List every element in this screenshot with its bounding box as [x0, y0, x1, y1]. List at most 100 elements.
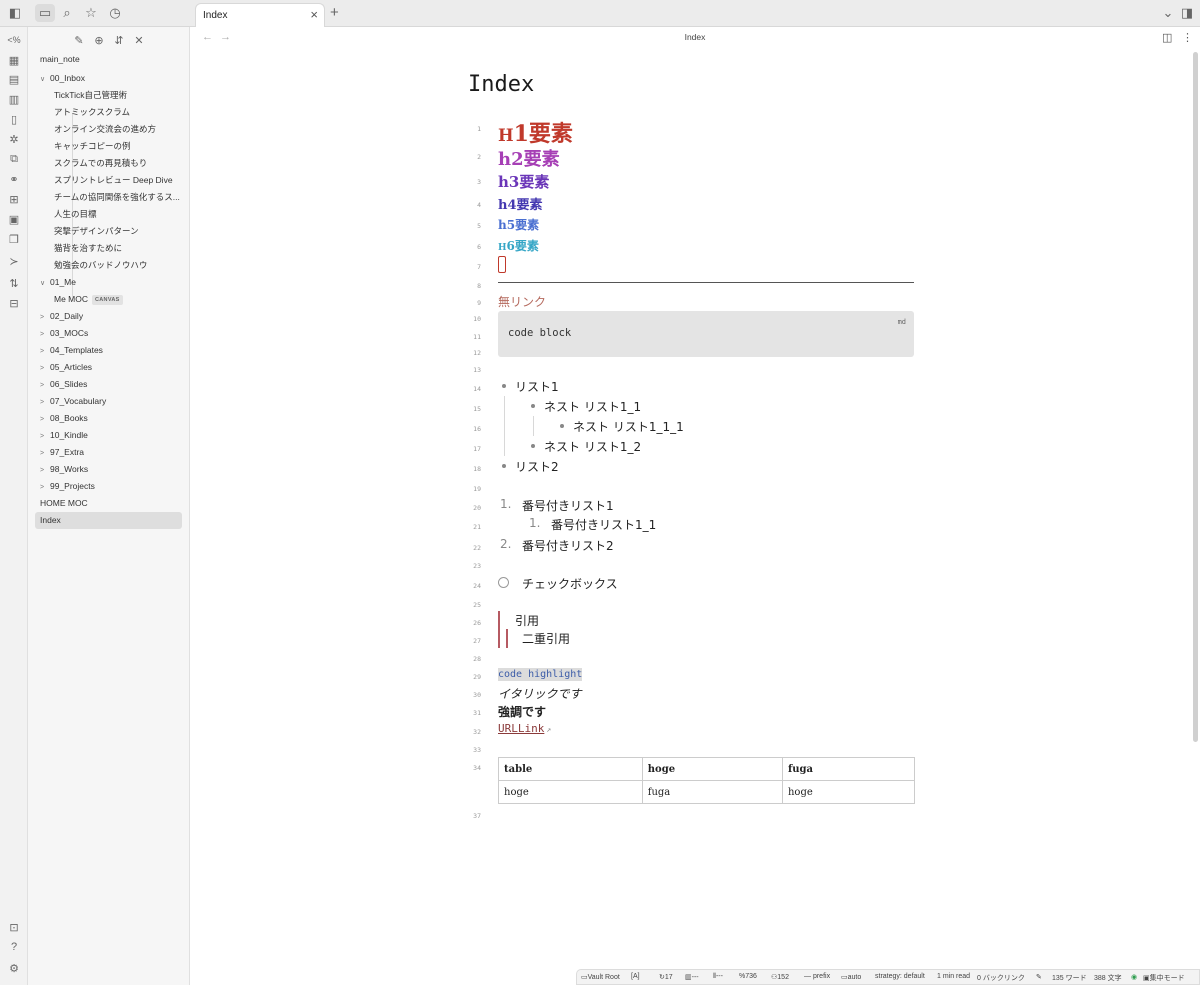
vault-root-label[interactable]: main_note — [40, 51, 80, 68]
sidebar-item[interactable]: オンライン交流会の進め方 — [54, 121, 156, 138]
list-item[interactable]: リスト2 — [515, 458, 559, 475]
unresolved-link[interactable]: 無リンク — [498, 293, 546, 310]
table-header-cell[interactable]: hoge — [641, 757, 783, 781]
ordered-list-item[interactable]: 番号付きリスト1 — [522, 497, 614, 514]
url-link[interactable]: URLLink ↗ — [498, 722, 551, 735]
puzzle-icon[interactable]: ✲ — [4, 131, 24, 147]
list-item[interactable]: ネスト リスト1_1_1 — [573, 418, 684, 435]
code-icon[interactable]: <% — [4, 32, 24, 48]
chevron-down-icon[interactable]: ∨ — [40, 71, 50, 88]
sidebar-item[interactable]: >97_Extra — [40, 444, 84, 461]
table-cell[interactable]: hoge — [781, 780, 916, 804]
sidebar-item[interactable]: 突撃デザインパターン — [54, 223, 139, 240]
sidebar-item[interactable]: >10_Kindle — [40, 427, 88, 444]
sidebar-toggle-icon[interactable]: ◧ — [5, 4, 25, 22]
edit-icon[interactable]: ✎ — [1036, 973, 1042, 981]
sidebar-item[interactable]: キャッチコピーの例 — [54, 138, 131, 155]
sidebar-item[interactable]: Me MOC CANVAS — [54, 291, 123, 308]
chevron-right-icon[interactable]: > — [40, 411, 50, 428]
list-item[interactable]: ネスト リスト1_2 — [544, 438, 641, 455]
chevron-right-icon[interactable]: > — [40, 326, 50, 343]
status-focus-mode[interactable]: ▣集中モード — [1143, 973, 1185, 983]
sidebar-item[interactable]: >05_Articles — [40, 359, 92, 376]
task-checkbox[interactable] — [498, 577, 509, 588]
sidebar-item[interactable]: HOME MOC — [40, 495, 88, 512]
chevron-right-icon[interactable]: > — [40, 394, 50, 411]
new-folder-icon[interactable]: ⊕ — [92, 33, 106, 47]
sort-icon[interactable]: ⇅ — [4, 275, 24, 291]
close-icon[interactable]: × — [310, 7, 318, 22]
chevron-right-icon[interactable]: > — [40, 462, 50, 479]
chevron-right-icon[interactable]: > — [40, 445, 50, 462]
status-vault[interactable]: ▭Vault Root — [581, 973, 620, 981]
kanban-icon[interactable]: ▥ — [4, 91, 24, 107]
sidebar-item[interactable]: チームの協同関係を強化するス... — [54, 189, 180, 206]
ordered-list-item[interactable]: 番号付きリスト1_1 — [551, 516, 656, 533]
chevron-right-icon[interactable]: > — [40, 377, 50, 394]
sidebar-item[interactable]: 猫背を治すために — [54, 240, 122, 257]
settings-icon[interactable]: ⚙ — [4, 960, 24, 976]
sort-icon[interactable]: ⇵ — [112, 33, 126, 47]
sidebar-item[interactable]: ∨ 00_Inbox — [40, 70, 85, 87]
chevron-right-icon[interactable]: > — [40, 428, 50, 445]
chevron-right-icon[interactable]: > — [40, 309, 50, 326]
table-header-cell[interactable]: fuga — [781, 757, 916, 781]
italic-text[interactable]: イタリックです — [498, 685, 582, 702]
sidebar-item[interactable]: Index — [35, 512, 182, 529]
more-options-icon[interactable]: ⋮ — [1182, 31, 1193, 44]
table-icon[interactable]: ▤ — [4, 71, 24, 87]
grid-icon[interactable]: ⊞ — [4, 191, 24, 207]
sidebar-item[interactable]: TickTick自己管理術 — [54, 87, 127, 104]
files-icon[interactable]: ❐ — [4, 231, 24, 247]
sidebar-item[interactable]: >99_Projects — [40, 478, 95, 495]
h6-heading[interactable]: H6要素 — [498, 237, 539, 254]
scrollbar[interactable] — [1193, 52, 1198, 742]
list-item[interactable]: ネスト リスト1_1 — [544, 398, 641, 415]
vault-switch-icon[interactable]: ⊡ — [4, 919, 24, 935]
new-tab-button[interactable]: + — [330, 4, 339, 21]
reading-mode-icon[interactable]: ◫ — [1162, 31, 1172, 44]
inline-code[interactable]: code highlight — [498, 668, 583, 681]
search-icon[interactable]: ⌕ — [57, 4, 77, 22]
task-label[interactable]: チェックボックス — [522, 575, 618, 592]
table-cell[interactable]: fuga — [641, 780, 783, 804]
new-note-icon[interactable]: ✎ — [72, 33, 86, 47]
status-backlinks[interactable]: 0 バックリンク — [977, 973, 1025, 983]
blockquote-nested-text[interactable]: 二重引用 — [522, 630, 570, 647]
table-cell[interactable]: hoge — [498, 780, 643, 804]
sidebar-item[interactable]: >07_Vocabulary — [40, 393, 106, 410]
chevron-down-icon[interactable]: ⌄ — [1158, 4, 1178, 22]
calendar-icon[interactable]: ▦ — [4, 52, 24, 68]
h5-heading[interactable]: h5要素 — [498, 216, 539, 233]
graph-icon[interactable]: ⚭ — [4, 171, 24, 187]
chevron-right-icon[interactable]: > — [40, 360, 50, 377]
tab-index[interactable]: Index × — [195, 3, 325, 27]
terminal-icon[interactable]: ≻ — [4, 253, 24, 269]
sidebar-item[interactable]: スプリントレビュー Deep Dive — [54, 172, 173, 189]
sidebar-item[interactable]: ∨ 01_Me — [40, 274, 76, 291]
bold-text[interactable]: 強調です — [498, 703, 546, 720]
collapse-all-icon[interactable]: ✕ — [132, 33, 146, 47]
sidebar-item[interactable]: >98_Works — [40, 461, 88, 478]
sidebar-item[interactable]: スクラムでの再見積もり — [54, 155, 147, 172]
table-header-cell[interactable]: table — [498, 757, 643, 781]
h3-heading[interactable]: h3要素 — [498, 171, 549, 192]
folder-icon[interactable]: ▭ — [35, 4, 55, 22]
code-block[interactable]: md code block — [498, 311, 914, 357]
layout-icon[interactable]: ⊟ — [4, 295, 24, 311]
document-icon[interactable]: ▯ — [4, 111, 24, 127]
sidebar-item[interactable]: アトミックスクラム — [54, 104, 130, 121]
blockquote-text[interactable]: 引用 — [515, 612, 539, 629]
clock-icon[interactable]: ◷ — [105, 4, 125, 22]
list-item[interactable]: リスト1 — [515, 378, 559, 395]
right-sidebar-toggle-icon[interactable]: ◨ — [1177, 4, 1197, 22]
sidebar-item[interactable]: >08_Books — [40, 410, 88, 427]
h1-heading[interactable]: H1要素 — [498, 116, 573, 148]
h4-heading[interactable]: h4要素 — [498, 194, 543, 213]
sidebar-item[interactable]: >04_Templates — [40, 342, 103, 359]
chevron-down-icon[interactable]: ∨ — [40, 275, 50, 292]
copy-icon[interactable]: ⧉ — [4, 151, 24, 167]
h2-heading[interactable]: h2要素 — [498, 145, 560, 171]
help-icon[interactable]: ? — [4, 939, 24, 955]
calendar-day-icon[interactable]: ▣ — [4, 211, 24, 227]
